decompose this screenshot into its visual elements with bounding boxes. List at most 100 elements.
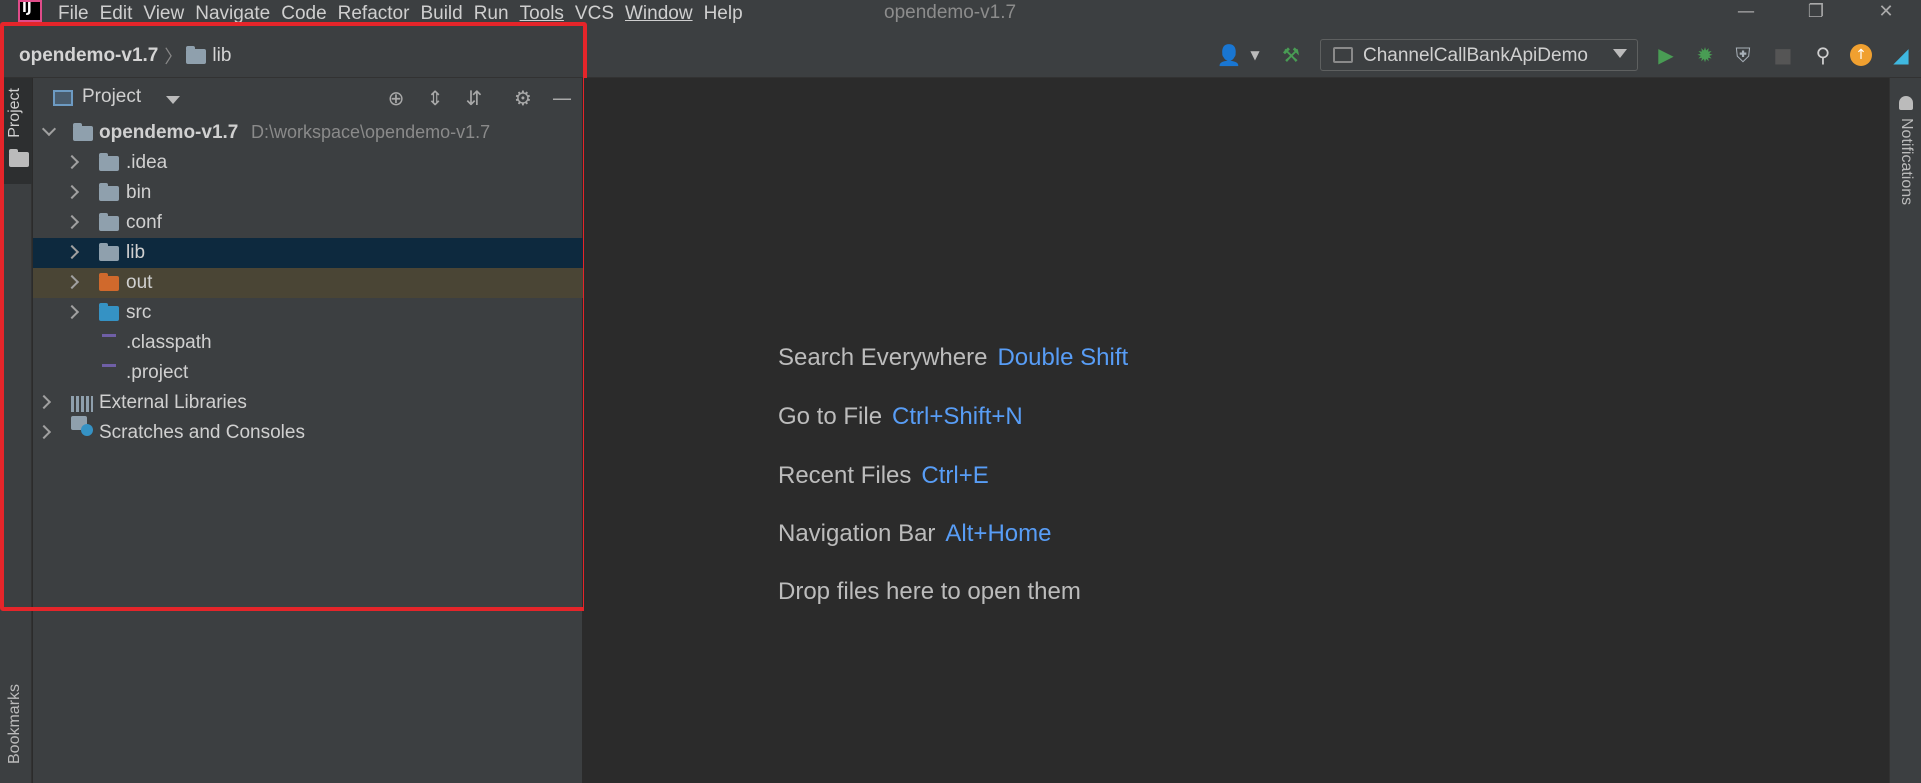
window-title: opendemo-v1.7 <box>884 2 1017 23</box>
folder-icon <box>99 243 119 261</box>
chevron-right-icon[interactable] <box>64 214 80 230</box>
folder-icon <box>186 45 207 64</box>
menu-navigate[interactable]: Navigate <box>195 0 270 28</box>
right-tool-strip: Notifications <box>1889 78 1921 783</box>
tree-row-label: src <box>126 302 152 323</box>
tree-row-label: Scratches and Consoles <box>99 422 305 443</box>
tree-row-label: bin <box>126 182 152 203</box>
tree-row-src[interactable]: src <box>33 298 583 328</box>
project-panel-title[interactable]: Project <box>82 86 141 108</box>
hint-shortcut: Alt+Home <box>945 520 1052 547</box>
folder-icon <box>99 153 119 171</box>
tree-row-out[interactable]: out <box>33 268 583 298</box>
stop-icon[interactable]: ■ <box>1770 42 1796 68</box>
run-configuration-select[interactable]: ChannelCallBankApiDemo <box>1320 39 1638 71</box>
tree-row-external-libraries[interactable]: External Libraries <box>33 388 583 418</box>
menu-code[interactable]: Code <box>281 0 326 28</box>
tree-row-bin[interactable]: bin <box>33 178 583 208</box>
chevron-right-icon[interactable] <box>64 184 80 200</box>
tree-row-scratches[interactable]: Scratches and Consoles <box>33 418 583 448</box>
menu-view[interactable]: View <box>143 0 184 28</box>
bell-icon[interactable] <box>1899 96 1913 110</box>
chevron-right-icon[interactable] <box>64 244 80 260</box>
notifications-tool-tab[interactable]: Notifications <box>1897 118 1915 205</box>
menu-refactor[interactable]: Refactor <box>338 0 410 28</box>
search-icon[interactable]: ⚲ <box>1810 42 1836 68</box>
intellij-logo-icon <box>18 0 42 22</box>
menu-help[interactable]: Help <box>704 0 743 28</box>
excluded-folder-icon <box>99 273 119 291</box>
breadcrumb-project[interactable]: opendemo-v1.7 <box>19 45 158 67</box>
tree-row-label: .idea <box>126 152 168 173</box>
chevron-right-icon[interactable] <box>36 424 52 440</box>
update-icon[interactable]: ↑ <box>1850 44 1872 66</box>
tree-row-classpath[interactable]: .classpath <box>33 328 583 358</box>
tree-row-label: .project <box>126 362 189 383</box>
libraries-icon <box>71 396 93 412</box>
title-bar: File Edit View Navigate Code Refactor Bu… <box>0 0 1921 32</box>
close-icon[interactable]: ✕ <box>1866 0 1906 26</box>
build-hammer-icon[interactable]: ⚒ <box>1278 42 1304 68</box>
hint-shortcut: Double Shift <box>997 344 1129 371</box>
project-view-icon <box>53 90 73 106</box>
folder-icon <box>99 213 119 231</box>
tree-row-label: External Libraries <box>99 392 247 413</box>
bookmarks-tool-tab[interactable]: Bookmarks <box>6 678 24 764</box>
run-icon[interactable]: ▶ <box>1653 42 1679 68</box>
menu-window[interactable]: Window <box>625 0 693 28</box>
breadcrumb: opendemo-v1.7 〉 lib <box>19 43 231 69</box>
menu-build[interactable]: Build <box>420 0 462 28</box>
chevron-down-icon[interactable] <box>41 121 57 137</box>
tree-row-project-file[interactable]: .project <box>33 358 583 388</box>
menu-vcs[interactable]: VCS <box>575 0 614 28</box>
folder-icon <box>99 183 119 201</box>
hint-go-to-file: Go to File Ctrl+Shift+N <box>778 403 1023 431</box>
chevron-right-icon[interactable] <box>64 304 80 320</box>
run-configuration-label: ChannelCallBankApiDemo <box>1363 45 1588 66</box>
navigation-bar: opendemo-v1.7 〉 lib 👤 ▼ ⚒ ChannelCallBan… <box>0 32 1921 78</box>
restore-icon[interactable]: ❐ <box>1796 0 1836 26</box>
application-icon <box>1333 47 1353 63</box>
hint-drop-files: Drop files here to open them <box>778 578 1081 606</box>
chevron-right-icon[interactable] <box>64 154 80 170</box>
menu-tools[interactable]: Tools <box>520 0 564 28</box>
debug-icon[interactable]: ✹ <box>1692 42 1718 68</box>
hint-label: Navigation Bar <box>778 520 936 547</box>
tree-row-label: out <box>126 272 153 293</box>
hint-recent-files: Recent Files Ctrl+E <box>778 462 989 490</box>
tree-row-path: D:\workspace\opendemo-v1.7 <box>251 122 491 142</box>
project-tool-tab-label: Project <box>6 88 23 138</box>
folder-icon <box>9 149 29 167</box>
collapse-all-icon[interactable]: ⇵ <box>462 86 486 110</box>
breadcrumb-folder[interactable]: lib <box>212 45 231 67</box>
tree-row-conf[interactable]: conf <box>33 208 583 238</box>
menu-file[interactable]: File <box>58 0 89 28</box>
tree-row-project-root[interactable]: opendemo-v1.7 D:\workspace\opendemo-v1.7 <box>33 118 583 148</box>
tree-row-label: conf <box>126 212 162 233</box>
chevron-down-icon[interactable] <box>166 96 180 104</box>
minimize-icon[interactable]: — <box>1726 0 1766 26</box>
gear-icon[interactable]: ⚙ <box>511 86 535 110</box>
user-icon[interactable]: 👤 <box>1216 42 1242 68</box>
module-folder-icon <box>73 123 93 141</box>
hint-navigation-bar: Navigation Bar Alt+Home <box>778 520 1051 548</box>
expand-all-icon[interactable]: ⇕ <box>423 86 447 110</box>
menu-edit[interactable]: Edit <box>100 0 133 28</box>
chevron-right-icon[interactable] <box>64 274 80 290</box>
tree-row-idea[interactable]: .idea <box>33 148 583 178</box>
jetbrains-icon[interactable]: ◢ <box>1888 42 1914 68</box>
coverage-icon[interactable]: ⛨ <box>1730 42 1756 68</box>
hint-shortcut: Ctrl+E <box>921 462 989 489</box>
chevron-down-icon[interactable]: ▼ <box>1242 42 1268 68</box>
hide-icon[interactable]: — <box>550 86 574 110</box>
project-tool-tab[interactable]: Project <box>0 78 32 184</box>
menu-run[interactable]: Run <box>474 0 509 28</box>
hint-label: Go to File <box>778 403 883 430</box>
editor-welcome-area: Search Everywhere Double Shift Go to File… <box>584 78 1889 783</box>
locate-icon[interactable]: ⊕ <box>384 86 408 110</box>
main-toolbar: 👤 ▼ ⚒ ChannelCallBankApiDemo ▶ ✹ ⛨ ■ ⚲ ↑… <box>1210 32 1921 78</box>
project-panel-header: Project ⊕ ⇕ ⇵ ⚙ — <box>33 78 583 118</box>
chevron-right-icon[interactable] <box>36 394 52 410</box>
tree-row-label: opendemo-v1.7 <box>99 122 239 143</box>
tree-row-lib[interactable]: lib <box>33 238 583 268</box>
